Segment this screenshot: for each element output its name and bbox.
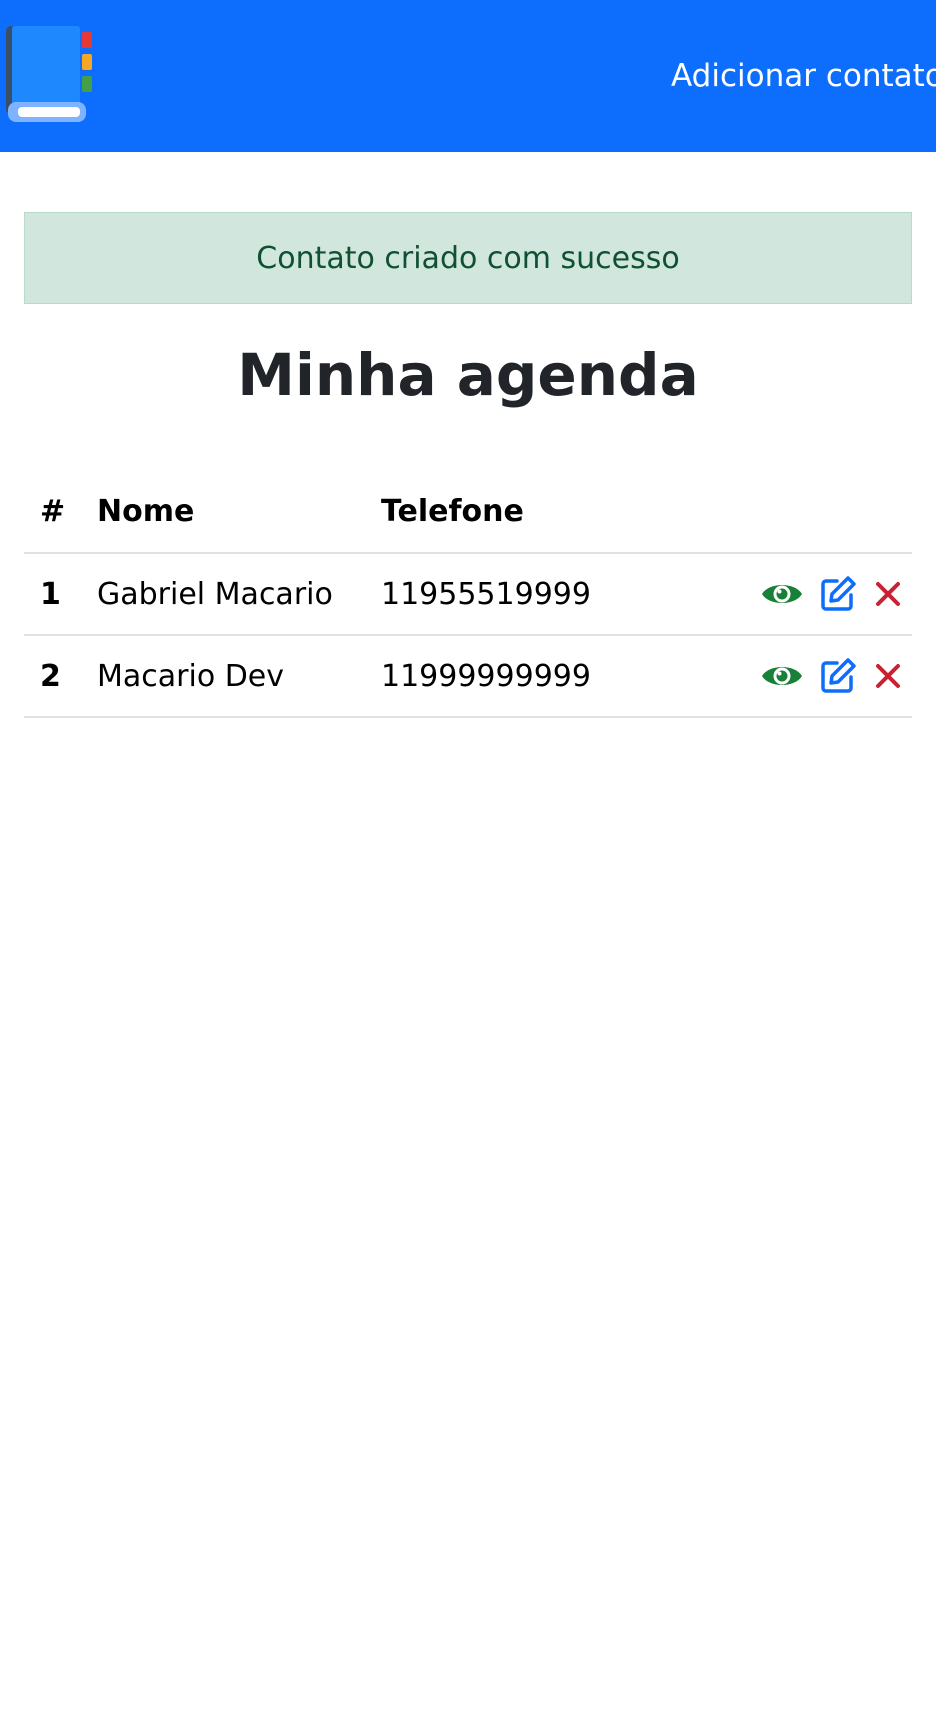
alert-message: Contato criado com sucesso — [256, 240, 680, 276]
contact-name: Macario Dev — [97, 635, 381, 718]
navbar: Adicionar contatos — [0, 0, 936, 152]
close-icon — [876, 582, 900, 606]
header-phone: Telefone — [381, 470, 741, 554]
edit-icon — [821, 658, 856, 693]
view-button[interactable] — [761, 661, 803, 691]
contact-phone: 11999999999 — [381, 635, 741, 718]
page-title: Minha agenda — [237, 341, 699, 409]
contacts-table: # Nome Telefone 1 Gabriel Macario 119555… — [24, 470, 912, 718]
header-id: # — [24, 470, 97, 554]
contact-id: 2 — [24, 635, 97, 718]
contact-phone: 11955519999 — [381, 553, 741, 636]
table-header-row: # Nome Telefone — [24, 470, 912, 554]
contact-actions — [741, 635, 912, 718]
edit-button[interactable] — [819, 657, 857, 695]
view-button[interactable] — [761, 579, 803, 609]
success-alert: Contato criado com sucesso — [24, 212, 912, 304]
main-container: Contato criado com sucesso Minha agenda … — [24, 212, 912, 718]
header-name: Nome — [97, 470, 381, 554]
table-row: 1 Gabriel Macario 11955519999 — [24, 553, 912, 636]
eye-icon — [762, 585, 802, 603]
delete-button[interactable] — [873, 579, 903, 609]
header-actions — [741, 470, 912, 554]
contact-id: 1 — [24, 553, 97, 636]
contact-actions — [741, 553, 912, 636]
edit-button[interactable] — [819, 575, 857, 613]
add-contacts-link[interactable]: Adicionar contatos — [671, 56, 936, 96]
address-book-icon[interactable] — [4, 24, 96, 128]
contact-name: Gabriel Macario — [97, 553, 381, 636]
eye-icon — [762, 667, 802, 685]
close-icon — [876, 664, 900, 688]
table-row: 2 Macario Dev 11999999999 — [24, 635, 912, 718]
edit-icon — [821, 576, 856, 611]
delete-button[interactable] — [873, 661, 903, 691]
